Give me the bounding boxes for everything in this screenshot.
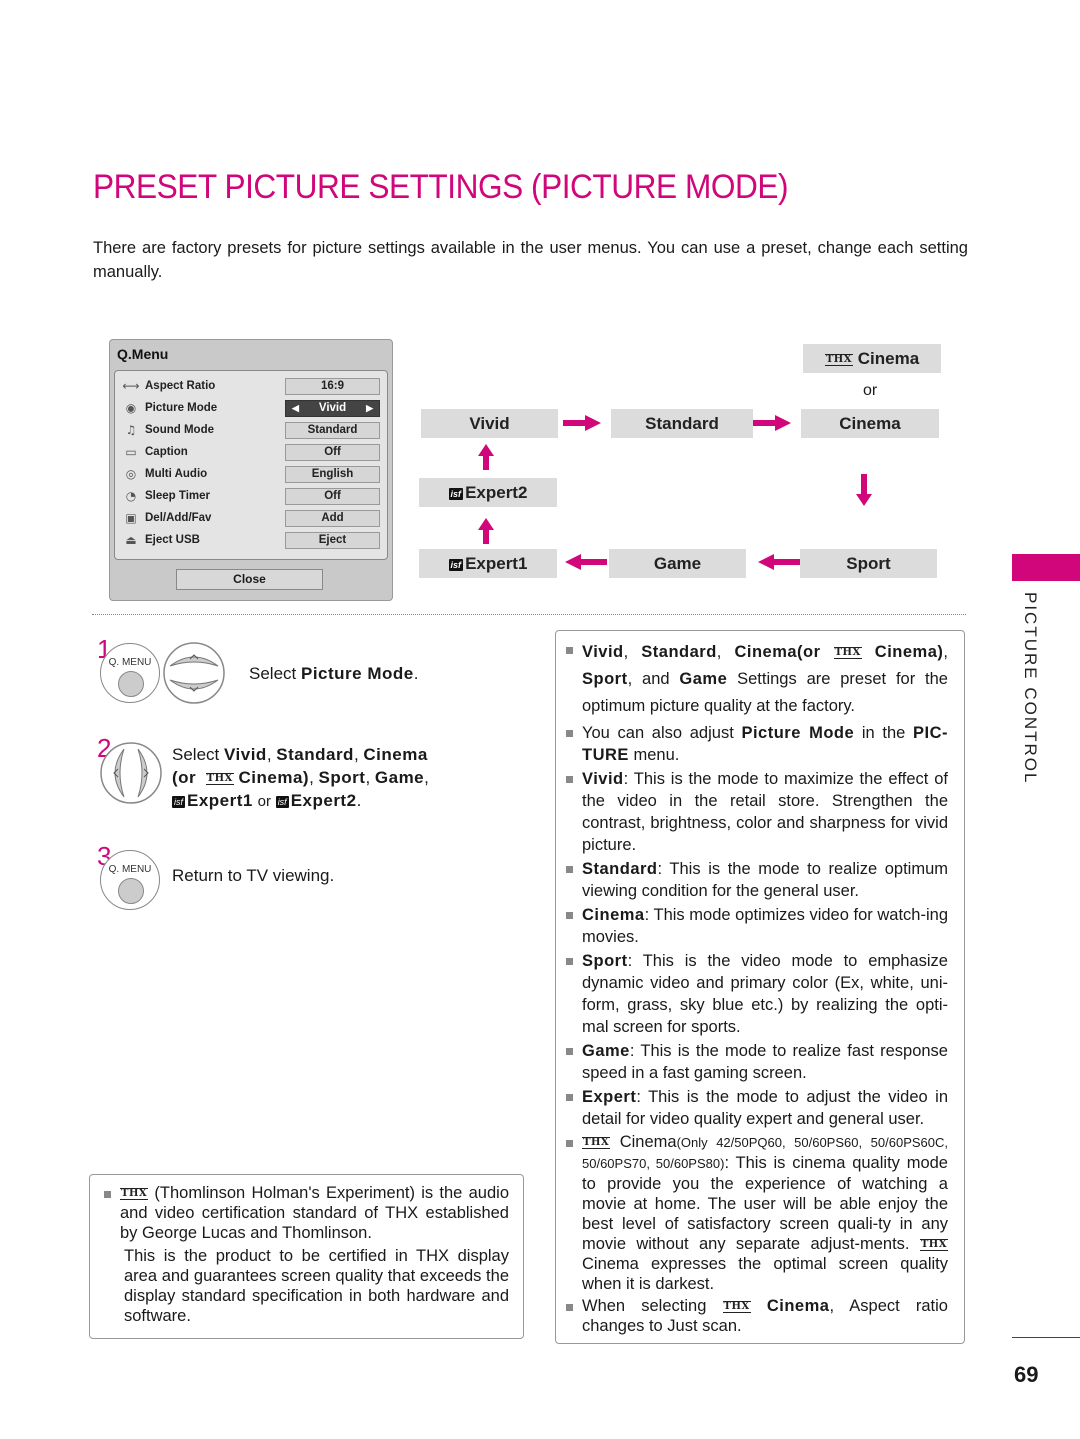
q-menu-label: Del/Add/Fav	[145, 512, 212, 524]
q-menu-value[interactable]: Off	[285, 488, 380, 505]
isf-logo-icon: isf	[275, 796, 289, 808]
note-item: THX Cinema(Only 42/50PQ60, 50/60PS60, 50…	[556, 1132, 948, 1294]
section-divider	[92, 614, 966, 615]
note-item: You can also adjust Picture Mode in the …	[556, 722, 948, 766]
q-menu-row[interactable]: ♫ Sound Mode Standard	[119, 421, 381, 441]
sleep-timer-icon: ◔	[125, 489, 137, 503]
note-item: Vivid, Standard, Cinema(or THX Cinema), …	[556, 639, 948, 720]
music-note-icon: ♫	[125, 423, 137, 437]
q-menu-label: Caption	[145, 446, 188, 458]
q-menu-value[interactable]: 16:9	[285, 378, 380, 395]
step-2-text: Select Vivid, Standard, Cinema (or THX C…	[172, 745, 429, 810]
intro-text: There are factory presets for picture se…	[93, 239, 968, 281]
page-number: 69	[1014, 1362, 1039, 1387]
multi-audio-icon: ◎	[125, 467, 137, 481]
q-menu-value[interactable]: ◀ Vivid ▶	[285, 400, 380, 417]
button-dot-icon	[118, 878, 144, 904]
close-button[interactable]: Close	[176, 569, 323, 590]
note-item: When selecting THX Cinema, Aspect ratio …	[556, 1296, 948, 1336]
q-menu-row[interactable]: ▣ Del/Add/Fav Add	[119, 509, 381, 529]
arrow-right-icon[interactable]: ▶	[366, 401, 373, 416]
button-dot-icon	[118, 671, 144, 697]
thx-note-paragraph: This is the product to be certified in T…	[124, 1247, 509, 1325]
thx-note-box: THX (Thomlinson Holman's Experiment) is …	[89, 1174, 524, 1339]
q-menu-value[interactable]: Standard	[285, 422, 380, 439]
thx-logo-icon: THX	[722, 1301, 751, 1313]
arrow-left-icon[interactable]: ◀	[292, 401, 299, 416]
q-menu-button: Q. MENU	[100, 643, 160, 703]
q-menu-row[interactable]: ▭ Caption Off	[119, 443, 381, 463]
section-tab-marker	[1012, 554, 1080, 581]
q-menu-row[interactable]: ◎ Multi Audio English	[119, 465, 381, 485]
note-item: Game: This is the mode to realize fast r…	[556, 1040, 948, 1084]
q-menu-row[interactable]: ⟷ Aspect Ratio 16:9	[119, 377, 381, 397]
eye-icon: ◉	[125, 401, 137, 415]
thx-logo-icon: THX	[205, 773, 234, 785]
up-down-keys-icon	[163, 642, 225, 704]
page-title: PRESET PICTURE SETTINGS (PICTURE MODE)	[93, 168, 789, 206]
step-1-text: Select Picture Mode.	[249, 664, 419, 683]
aspect-ratio-icon: ⟷	[122, 379, 140, 393]
step-3-text: Return to TV viewing.	[172, 866, 335, 885]
note-item: Expert: This is the mode to adjust the v…	[556, 1086, 948, 1130]
q-menu-label: Aspect Ratio	[145, 380, 216, 392]
arrow-up-icon	[478, 518, 494, 544]
q-menu-label: Multi Audio	[145, 468, 208, 480]
channel-icon: ▣	[125, 511, 137, 525]
q-menu-button: Q. MENU	[100, 850, 160, 910]
arrow-up-icon	[478, 444, 494, 470]
q-menu-value[interactable]: English	[285, 466, 380, 483]
note-item: Vivid: This is the mode to maximize the …	[556, 768, 948, 856]
note-item: Sport: This is the video mode to emphasi…	[556, 950, 948, 1038]
arrow-down-icon	[856, 474, 872, 506]
q-menu-row[interactable]: ◉ Picture Mode ◀ Vivid ▶	[119, 399, 381, 419]
q-menu-row[interactable]: ⏏ Eject USB Eject	[119, 531, 381, 551]
thx-note-item: THX (Thomlinson Holman's Experiment) is …	[94, 1183, 509, 1243]
button-label: Q. MENU	[108, 864, 152, 875]
q-menu-panel: Q.Menu ⟷ Aspect Ratio 16:9 ◉ Picture Mode…	[109, 339, 393, 601]
note-item: Cinema: This mode optimizes video for wa…	[556, 904, 948, 948]
q-menu-label: Sound Mode	[145, 424, 214, 436]
note-item: Standard: This is the mode to realize op…	[556, 858, 948, 902]
notes-box: Vivid, Standard, Cinema(or THX Cinema), …	[555, 630, 965, 1344]
left-right-keys-icon	[100, 742, 162, 804]
caption-icon: ▭	[125, 445, 137, 459]
thx-logo-icon: THX	[919, 1239, 948, 1251]
q-menu-label: Eject USB	[145, 534, 200, 546]
thx-logo-icon: THX	[833, 647, 862, 659]
q-menu-value[interactable]: Eject	[285, 532, 380, 549]
q-menu-value[interactable]: Off	[285, 444, 380, 461]
arrow-left-icon	[565, 554, 607, 570]
section-label: PICTURE CONTROL	[1021, 592, 1040, 785]
button-label: Q. MENU	[108, 657, 152, 668]
arrow-right-icon	[753, 415, 791, 431]
q-menu-label: Picture Mode	[145, 402, 218, 414]
q-menu-row[interactable]: ◔ Sleep Timer Off	[119, 487, 381, 507]
arrow-right-icon	[563, 415, 601, 431]
thx-logo-icon: THX	[582, 1137, 611, 1149]
q-menu-value[interactable]: Add	[285, 510, 380, 527]
q-menu-label: Sleep Timer	[145, 490, 210, 502]
flow-arrows	[478, 415, 872, 570]
page-rule	[1012, 1337, 1080, 1338]
thx-logo-icon: THX	[120, 1188, 149, 1200]
isf-logo-icon: isf	[172, 796, 185, 808]
q-menu-list: ⟷ Aspect Ratio 16:9 ◉ Picture Mode ◀ Vivid…	[114, 370, 388, 560]
arrow-left-icon	[758, 554, 800, 570]
eject-usb-icon: ⏏	[125, 533, 137, 547]
q-menu-title: Q.Menu	[117, 346, 169, 362]
